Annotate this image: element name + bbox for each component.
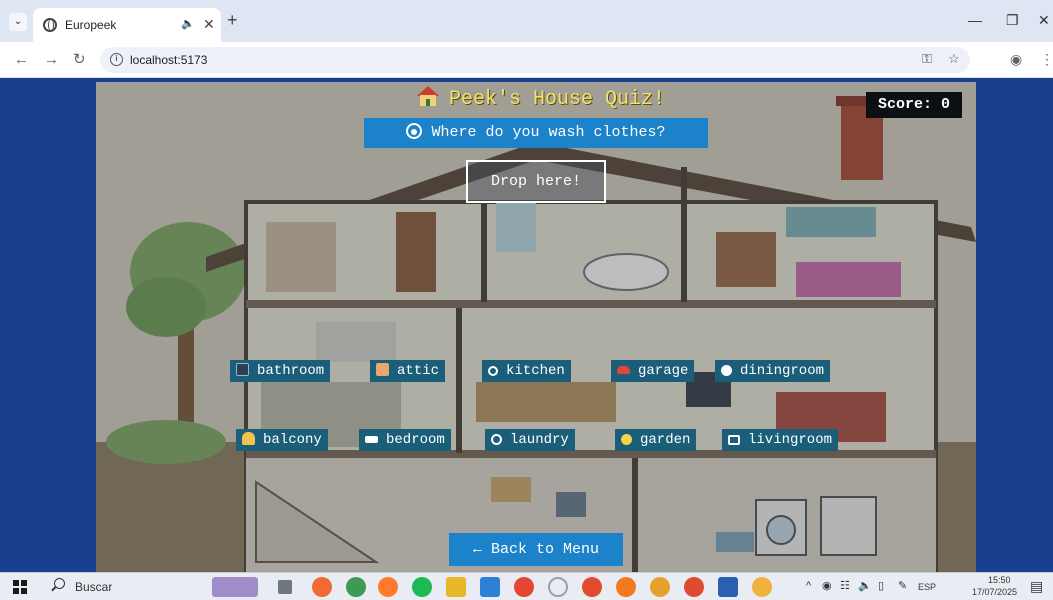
answer-dropzone[interactable]: Drop here! (466, 160, 606, 203)
search-icon[interactable] (54, 578, 65, 589)
notifications-icon[interactable]: ▤ (1030, 578, 1043, 595)
battery-icon[interactable]: ▯ (878, 579, 884, 592)
pen-icon[interactable]: ✎ (898, 579, 907, 592)
globe-icon (43, 18, 57, 32)
tab-search-chevron-down-icon[interactable]: ⌄ (9, 13, 27, 31)
room-chip-garden[interactable]: garden (615, 429, 697, 451)
washer-icon (491, 434, 502, 445)
chrome-profile-icon[interactable] (684, 577, 704, 597)
task-view-icon[interactable] (278, 580, 292, 594)
browser-tab-europeek[interactable]: Europeek 🔈 ✕ (33, 8, 221, 42)
clock-time[interactable]: 15:50 (988, 575, 1011, 585)
room-chip-label: bedroom (386, 432, 445, 448)
volume-icon[interactable]: 🔈 (858, 579, 872, 592)
file-explorer-icon[interactable] (446, 577, 466, 597)
room-chip-label: diningroom (740, 363, 825, 379)
tab-close-icon[interactable]: ✕ (203, 16, 215, 33)
tray-chevron-up-icon[interactable]: ^ (806, 580, 811, 592)
tv-icon (728, 435, 740, 445)
network-icon[interactable]: ☷ (840, 579, 850, 592)
site-info-icon[interactable]: i (110, 53, 123, 66)
profile-icon[interactable]: ◉ (1010, 51, 1022, 68)
room-chip-label: laundry (510, 432, 569, 448)
toothbrush-icon (236, 363, 249, 376)
word-icon[interactable] (718, 577, 738, 597)
taskbar-search[interactable]: Buscar (75, 580, 112, 594)
tab-title: Europeek (65, 18, 117, 32)
spotify-icon[interactable] (412, 577, 432, 597)
address-bar[interactable]: i localhost:5173 ⚿ ☆ (100, 47, 970, 73)
house-icon (416, 86, 439, 106)
score-display: Score: 0 (866, 92, 962, 118)
url-text: localhost:5173 (130, 53, 208, 67)
clock-date[interactable]: 17/07/2025 (972, 587, 1017, 597)
bookmark-star-icon[interactable]: ☆ (948, 51, 960, 67)
room-chip-label: garage (638, 363, 689, 379)
room-chip-garage[interactable]: garage (611, 360, 695, 382)
app-icon-1[interactable] (346, 577, 366, 597)
room-chip-label: balcony (263, 432, 322, 448)
restore-icon[interactable]: ❐ (1006, 12, 1019, 29)
chrome-icon[interactable] (650, 577, 670, 597)
room-chip-label: attic (397, 363, 440, 379)
room-chip-bathroom[interactable]: bathroom (230, 360, 331, 382)
box-icon (376, 363, 389, 376)
washer-icon (406, 123, 423, 139)
plate-icon (721, 365, 732, 376)
room-chip-diningroom[interactable]: diningroom (715, 360, 831, 382)
app-icon-6[interactable] (752, 577, 772, 597)
house-scene: Peek's House Quiz! Score: 0 Where do you… (96, 82, 976, 572)
tray-record-icon[interactable]: ◉ (822, 579, 832, 592)
person-icon (242, 432, 255, 445)
vscode-icon[interactable] (480, 577, 500, 597)
brave-icon[interactable] (312, 577, 332, 597)
room-chip-label: garden (640, 432, 691, 448)
quiz-title-text: Peek's House Quiz! (448, 88, 666, 111)
key-icon[interactable]: ⚿ (922, 51, 932, 67)
app-icon-3[interactable] (548, 577, 568, 597)
magnifier-icon (488, 366, 498, 376)
speaker-icon[interactable]: 🔈 (181, 17, 195, 30)
room-chip-attic[interactable]: attic (370, 360, 446, 382)
room-chip-label: bathroom (257, 363, 325, 379)
reload-icon[interactable]: ↻ (73, 51, 86, 69)
back-button-label: Back to Menu (491, 541, 600, 558)
windows-start-icon[interactable] (13, 580, 27, 594)
flower-icon (621, 434, 632, 445)
browser-tab-strip: ⌄ Europeek 🔈 ✕ + — ❐ ✕ (0, 0, 1053, 42)
room-chip-livingroom[interactable]: livingroom (722, 429, 839, 451)
browser-toolbar: ← → ↻ i localhost:5173 ⚿ ☆ ◉ ⋮ (0, 42, 1053, 78)
back-to-menu-button[interactable]: ← Back to Menu (449, 533, 623, 566)
room-chip-bedroom[interactable]: bedroom (359, 429, 451, 451)
question-banner: Where do you wash clothes? (364, 118, 708, 148)
new-tab-plus-icon[interactable]: + (227, 11, 238, 29)
room-chip-label: kitchen (506, 363, 565, 379)
car-icon (617, 366, 630, 374)
quiz-title: Peek's House Quiz! (396, 86, 686, 111)
room-chip-label: livingroom (748, 432, 833, 448)
app-icon-2[interactable] (514, 577, 534, 597)
question-text: Where do you wash clothes? (431, 124, 666, 141)
room-chip-laundry[interactable]: laundry (485, 429, 575, 451)
widget-weather-icon[interactable] (212, 577, 258, 597)
arrow-left-icon: ← (472, 541, 482, 558)
bed-icon (365, 436, 378, 443)
minimize-icon[interactable]: — (968, 12, 982, 28)
page-viewport: Peek's House Quiz! Score: 0 Where do you… (0, 78, 1053, 572)
firefox-icon[interactable] (378, 577, 398, 597)
app-icon-4[interactable] (582, 577, 602, 597)
windows-taskbar: Buscar ^ ◉ ☷ 🔈 ▯ ✎ ESP 15:50 17/07/2025 … (0, 572, 1053, 600)
language-indicator[interactable]: ESP (918, 582, 936, 592)
room-chip-kitchen[interactable]: kitchen (482, 360, 571, 382)
forward-arrow-icon[interactable]: → (44, 51, 59, 69)
kebab-menu-icon[interactable]: ⋮ (1040, 51, 1053, 68)
app-icon-5[interactable] (616, 577, 636, 597)
scene-overlay (96, 82, 976, 572)
room-chip-balcony[interactable]: balcony (236, 429, 328, 451)
back-arrow-icon[interactable]: ← (14, 51, 29, 69)
close-window-icon[interactable]: ✕ (1038, 12, 1050, 29)
